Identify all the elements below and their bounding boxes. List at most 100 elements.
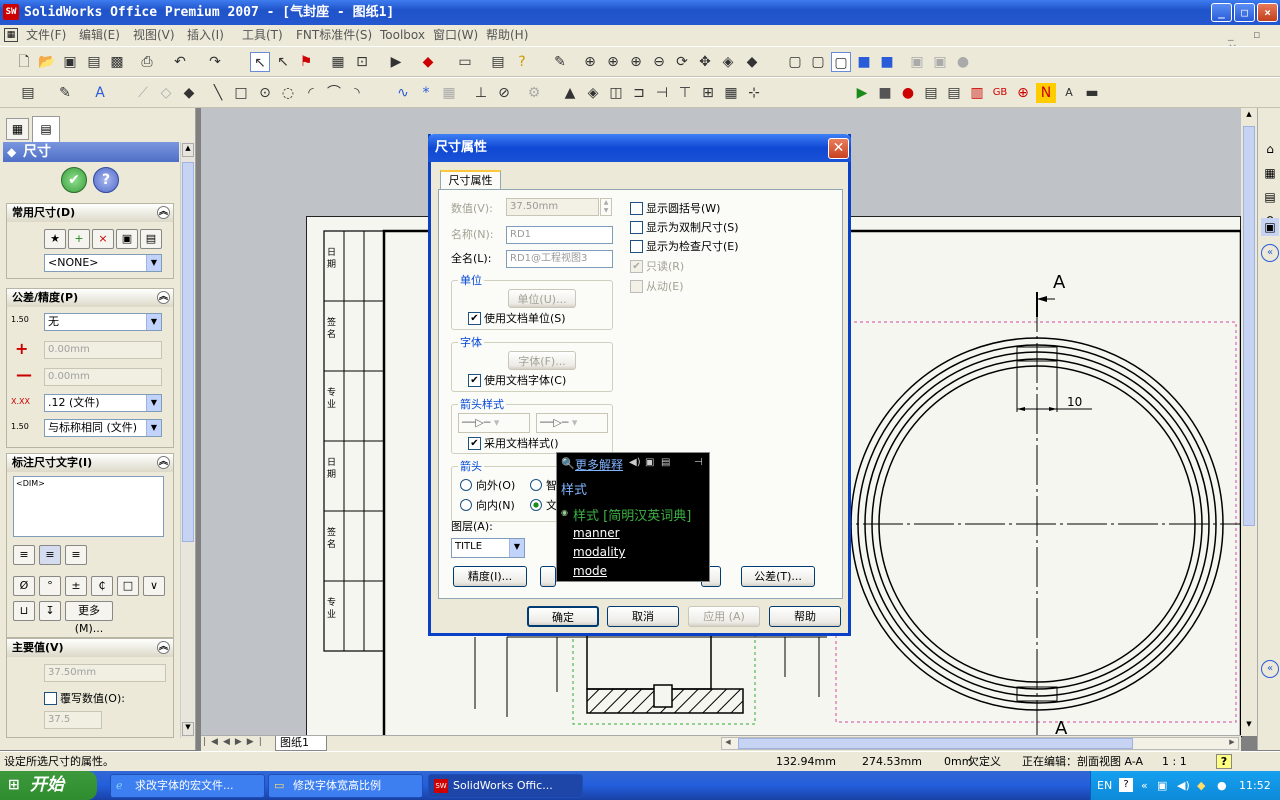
zoom-in-out-icon[interactable]: ⊕ <box>626 52 646 72</box>
rotate-icon[interactable]: ⟳ <box>672 52 692 72</box>
arrows-doc-radio[interactable] <box>530 499 542 511</box>
shaded-edges-icon[interactable]: ■ <box>854 52 874 72</box>
arrows-outside-radio[interactable] <box>460 479 472 491</box>
hidden-lines-icon[interactable]: ▢ <box>808 52 828 72</box>
menu-help[interactable]: 帮助(H) <box>486 27 528 44</box>
dialog-help-button[interactable]: 帮助 <box>769 606 841 627</box>
redo-icon[interactable]: ↷ <box>205 52 225 72</box>
feature-tree-tab[interactable]: ▦ <box>6 118 29 140</box>
expand-left-icon[interactable]: « <box>1261 244 1279 262</box>
align-right-icon[interactable]: ≡ <box>65 545 87 565</box>
help-icon[interactable]: ? <box>512 52 532 72</box>
new-macro-icon[interactable]: ▤ <box>921 83 941 103</box>
collapse-icon[interactable]: ︽ <box>157 206 170 219</box>
counterbore-icon[interactable]: ⊔ <box>13 601 35 621</box>
surface-finish-icon[interactable]: ◫ <box>606 83 626 103</box>
driven-checkbox[interactable] <box>630 280 643 293</box>
print-preview-icon[interactable]: ▤ <box>84 52 104 72</box>
scroll-up-icon[interactable]: ▲ <box>1243 110 1255 122</box>
arrows-smart-radio[interactable] <box>530 479 542 491</box>
dim-text-header[interactable]: 标注尺寸文字(I) ︽ <box>7 454 173 472</box>
ime-help-icon[interactable]: ? <box>1119 778 1133 792</box>
options-icon[interactable]: ▤ <box>488 52 508 72</box>
balloon-icon[interactable]: ◈ <box>583 83 603 103</box>
hole-callout-icon[interactable]: ⊞ <box>698 83 718 103</box>
pan-icon[interactable]: ✥ <box>695 52 715 72</box>
previous-view-icon[interactable]: ◈ <box>718 52 738 72</box>
font-button[interactable]: 字体(F)... <box>508 351 576 370</box>
geometric-tolerance-icon[interactable]: ▦ <box>721 83 741 103</box>
copy-icon[interactable]: ▣ <box>645 457 654 468</box>
help-button[interactable]: ? <box>93 167 119 193</box>
ellipse-icon[interactable]: ◝ <box>347 83 367 103</box>
more-explanation-link[interactable]: 更多解释 <box>575 456 623 473</box>
save-icon[interactable]: ▤ <box>661 457 670 468</box>
select-icon[interactable]: ↖ <box>250 52 270 72</box>
three-point-arc-icon[interactable]: ⌒ <box>324 83 344 103</box>
gear-icon[interactable]: ⚙ <box>524 83 544 103</box>
zoom-selection-icon[interactable]: ⊖ <box>649 52 669 72</box>
tolerance-type-select[interactable]: 无 ▼ <box>44 313 162 331</box>
hidden-removed-icon[interactable]: ▢ <box>831 52 851 72</box>
tolerance-button[interactable]: 公差(T)... <box>741 566 815 587</box>
add-relation-icon[interactable]: ⊥ <box>471 83 491 103</box>
tolerance-precision-select[interactable]: 与标称相同 (文件) ▼ <box>44 419 162 437</box>
v-scroll-thumb[interactable] <box>1243 126 1255 526</box>
upper-tolerance-input[interactable]: 0.00mm <box>44 341 162 359</box>
sketch-text-icon[interactable]: ▦ <box>439 83 459 103</box>
record-macro-icon[interactable]: ● <box>898 83 918 103</box>
save-favorite-icon[interactable]: ▣ <box>116 229 138 249</box>
scroll-left-icon[interactable]: ◀ <box>722 738 734 749</box>
favorite-select[interactable]: <NONE> ▼ <box>44 254 162 272</box>
layer-icon[interactable]: ▤ <box>18 83 38 103</box>
undo-icon[interactable]: ↶ <box>170 52 190 72</box>
degree-icon[interactable]: ° <box>39 576 61 596</box>
primary-value-header[interactable]: 主要值(V) ︽ <box>7 639 173 657</box>
inspection-dim-checkbox[interactable] <box>630 240 643 253</box>
scroll-right-icon[interactable]: ▶ <box>1226 738 1238 749</box>
tab-dimension-properties[interactable]: 尺寸属性 <box>440 170 501 190</box>
minimize-button[interactable]: _ <box>1211 3 1232 22</box>
tray-expand-icon[interactable]: « <box>1141 771 1148 800</box>
spline-icon[interactable]: ∿ <box>393 83 413 103</box>
ok-button[interactable]: ✔ <box>61 167 87 193</box>
primary-value-input[interactable]: 37.50mm <box>44 664 166 682</box>
hide-icon[interactable]: ▶ <box>386 52 406 72</box>
shadows-icon[interactable]: ▣ <box>907 52 927 72</box>
network-icon[interactable]: ▣ <box>1157 771 1167 800</box>
zoom-fit-icon[interactable]: ⊕ <box>580 52 600 72</box>
collapse-icon[interactable]: ︽ <box>157 456 170 469</box>
part-icon[interactable]: ◆ <box>418 52 438 72</box>
volume-icon[interactable]: ◀) <box>1177 771 1190 800</box>
menu-fnt[interactable]: FNT标准件(S) <box>296 27 372 44</box>
datum-target-icon[interactable]: ⊤ <box>675 83 695 103</box>
grid-icon[interactable]: ▦ <box>328 52 348 72</box>
solidworks-app-icon[interactable]: SW <box>3 4 19 20</box>
design-library-icon[interactable]: ▤ <box>1261 188 1279 206</box>
align-left-icon[interactable]: ≡ <box>13 545 35 565</box>
collapse-icon[interactable]: ︽ <box>157 291 170 304</box>
centerline-icon[interactable]: ₵ <box>91 576 113 596</box>
plus-minus-icon[interactable]: ± <box>65 576 87 596</box>
common-dims-header[interactable]: 常用尺寸(D) ︽ <box>7 204 173 222</box>
centermark-icon[interactable]: ⊹ <box>744 83 764 103</box>
panel-scrollbar[interactable]: ▲ ▼ <box>180 142 194 738</box>
note-icon[interactable]: ▲ <box>560 83 580 103</box>
view-palette-icon[interactable]: ▣ <box>1261 218 1279 236</box>
maximize-button[interactable]: □ <box>1234 3 1255 22</box>
scroll-down-icon[interactable]: ▼ <box>182 722 194 736</box>
primary-precision-select[interactable]: .12 (文件) ▼ <box>44 394 162 412</box>
customize-macro-icon[interactable]: ▥ <box>967 83 987 103</box>
layer-select[interactable]: TITLE ▼ <box>451 538 525 558</box>
line-icon[interactable]: ╲ <box>208 83 228 103</box>
translation-2[interactable]: modality <box>573 545 625 559</box>
dialog-close-button[interactable]: ✕ <box>828 138 849 159</box>
realview-icon[interactable]: ● <box>953 52 973 72</box>
menu-tools[interactable]: 工具(T) <box>242 27 283 44</box>
menu-file[interactable]: 文件(F) <box>26 27 66 44</box>
run-macro-icon[interactable]: ▶ <box>852 83 872 103</box>
use-doc-font-checkbox[interactable]: ✔ <box>468 374 481 387</box>
text-macro-icon[interactable]: A <box>1059 83 1079 103</box>
insert-view-icon[interactable]: ⊡ <box>352 52 372 72</box>
text-format-icon[interactable]: A <box>90 83 110 103</box>
